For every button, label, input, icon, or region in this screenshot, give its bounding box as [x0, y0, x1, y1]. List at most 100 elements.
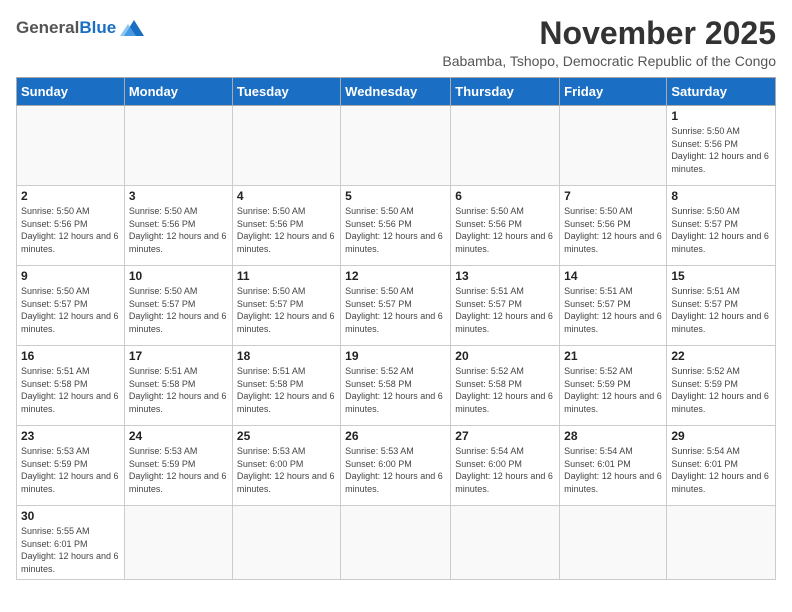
day-info: Sunrise: 5:53 AM Sunset: 6:00 PM Dayligh…	[237, 445, 336, 495]
calendar-day-cell	[124, 506, 232, 579]
calendar-day-cell: 27 Sunrise: 5:54 AM Sunset: 6:00 PM Dayli…	[451, 426, 560, 506]
day-number: 14	[564, 269, 662, 283]
day-number: 9	[21, 269, 120, 283]
calendar-day-cell: 20 Sunrise: 5:52 AM Sunset: 5:58 PM Dayli…	[451, 346, 560, 426]
calendar-day-cell: 4 Sunrise: 5:50 AM Sunset: 5:56 PM Daylig…	[232, 186, 340, 266]
day-info: Sunrise: 5:52 AM Sunset: 5:58 PM Dayligh…	[455, 365, 555, 415]
calendar-day-cell: 5Sunrise: 5:50 AM Sunset: 5:56 PM Daylig…	[341, 186, 451, 266]
day-number: 10	[129, 269, 228, 283]
day-number: 29	[671, 429, 771, 443]
day-info: Sunrise: 5:51 AM Sunset: 5:58 PM Dayligh…	[237, 365, 336, 415]
calendar-day-cell: 16Sunrise: 5:51 AM Sunset: 5:58 PM Dayli…	[17, 346, 125, 426]
calendar-week-row: 9 Sunrise: 5:50 AM Sunset: 5:57 PM Daylig…	[17, 266, 776, 346]
day-number: 13	[455, 269, 555, 283]
calendar-day-cell: 28Sunrise: 5:54 AM Sunset: 6:01 PM Dayli…	[560, 426, 667, 506]
day-info: Sunrise: 5:50 AM Sunset: 5:57 PM Dayligh…	[129, 285, 228, 335]
day-info: Sunrise: 5:52 AM Sunset: 5:58 PM Dayligh…	[345, 365, 446, 415]
day-number: 5	[345, 189, 446, 203]
weekday-header-friday: Friday	[560, 78, 667, 106]
weekday-header-tuesday: Tuesday	[232, 78, 340, 106]
day-number: 6	[455, 189, 555, 203]
logo-icon	[120, 16, 144, 40]
calendar-day-cell	[341, 106, 451, 186]
calendar-day-cell: 15 Sunrise: 5:51 AM Sunset: 5:57 PM Dayli…	[667, 266, 776, 346]
calendar-day-cell: 23 Sunrise: 5:53 AM Sunset: 5:59 PM Dayli…	[17, 426, 125, 506]
title-area: November 2025 Babamba, Tshopo, Democrati…	[442, 16, 776, 69]
calendar-day-cell	[451, 506, 560, 579]
day-number: 15	[671, 269, 771, 283]
calendar-day-cell	[341, 506, 451, 579]
calendar-day-cell: 10 Sunrise: 5:50 AM Sunset: 5:57 PM Dayli…	[124, 266, 232, 346]
day-number: 11	[237, 269, 336, 283]
calendar-day-cell: 17Sunrise: 5:51 AM Sunset: 5:58 PM Dayli…	[124, 346, 232, 426]
day-number: 8	[671, 189, 771, 203]
calendar-day-cell: 9 Sunrise: 5:50 AM Sunset: 5:57 PM Daylig…	[17, 266, 125, 346]
day-number: 24	[129, 429, 228, 443]
logo: General Blue	[16, 16, 144, 40]
day-info: Sunrise: 5:52 AM Sunset: 5:59 PM Dayligh…	[671, 365, 771, 415]
day-number: 18	[237, 349, 336, 363]
calendar-week-row: 23 Sunrise: 5:53 AM Sunset: 5:59 PM Dayli…	[17, 426, 776, 506]
day-info: Sunrise: 5:51 AM Sunset: 5:57 PM Dayligh…	[671, 285, 771, 335]
calendar-week-row: 30 Sunrise: 5:55 AM Sunset: 6:01 PM Dayli…	[17, 506, 776, 579]
day-number: 2	[21, 189, 120, 203]
day-info: Sunrise: 5:51 AM Sunset: 5:57 PM Dayligh…	[564, 285, 662, 335]
day-number: 17	[129, 349, 228, 363]
location-title: Babamba, Tshopo, Democratic Republic of …	[442, 53, 776, 69]
weekday-header-wednesday: Wednesday	[341, 78, 451, 106]
calendar-day-cell: 19 Sunrise: 5:52 AM Sunset: 5:58 PM Dayli…	[341, 346, 451, 426]
calendar-day-cell: 11 Sunrise: 5:50 AM Sunset: 5:57 PM Dayli…	[232, 266, 340, 346]
weekday-header-sunday: Sunday	[17, 78, 125, 106]
day-number: 20	[455, 349, 555, 363]
day-number: 16	[21, 349, 120, 363]
calendar-day-cell: 29Sunrise: 5:54 AM Sunset: 6:01 PM Dayli…	[667, 426, 776, 506]
weekday-header-saturday: Saturday	[667, 78, 776, 106]
calendar-day-cell	[667, 506, 776, 579]
calendar-day-cell	[560, 106, 667, 186]
calendar-day-cell	[232, 506, 340, 579]
day-info: Sunrise: 5:53 AM Sunset: 5:59 PM Dayligh…	[129, 445, 228, 495]
day-info: Sunrise: 5:50 AM Sunset: 5:56 PM Dayligh…	[129, 205, 228, 255]
day-info: Sunrise: 5:51 AM Sunset: 5:57 PM Dayligh…	[455, 285, 555, 335]
day-info: Sunrise: 5:50 AM Sunset: 5:56 PM Dayligh…	[21, 205, 120, 255]
calendar-table: SundayMondayTuesdayWednesdayThursdayFrid…	[16, 77, 776, 579]
page-header: General Blue November 2025 Babamba, Tsho…	[16, 16, 776, 69]
day-number: 30	[21, 509, 120, 523]
day-number: 27	[455, 429, 555, 443]
calendar-day-cell: 13 Sunrise: 5:51 AM Sunset: 5:57 PM Dayli…	[451, 266, 560, 346]
calendar-day-cell: 3Sunrise: 5:50 AM Sunset: 5:56 PM Daylig…	[124, 186, 232, 266]
logo-general-text: General	[16, 18, 79, 38]
weekday-header-thursday: Thursday	[451, 78, 560, 106]
day-info: Sunrise: 5:53 AM Sunset: 6:00 PM Dayligh…	[345, 445, 446, 495]
calendar-day-cell: 2 Sunrise: 5:50 AM Sunset: 5:56 PM Daylig…	[17, 186, 125, 266]
calendar-week-row: 2 Sunrise: 5:50 AM Sunset: 5:56 PM Daylig…	[17, 186, 776, 266]
day-info: Sunrise: 5:50 AM Sunset: 5:56 PM Dayligh…	[671, 125, 771, 175]
calendar-day-cell: 12Sunrise: 5:50 AM Sunset: 5:57 PM Dayli…	[341, 266, 451, 346]
day-info: Sunrise: 5:50 AM Sunset: 5:56 PM Dayligh…	[237, 205, 336, 255]
day-info: Sunrise: 5:50 AM Sunset: 5:56 PM Dayligh…	[564, 205, 662, 255]
day-info: Sunrise: 5:55 AM Sunset: 6:01 PM Dayligh…	[21, 525, 120, 575]
day-info: Sunrise: 5:54 AM Sunset: 6:01 PM Dayligh…	[564, 445, 662, 495]
day-number: 1	[671, 109, 771, 123]
day-info: Sunrise: 5:54 AM Sunset: 6:00 PM Dayligh…	[455, 445, 555, 495]
calendar-day-cell	[17, 106, 125, 186]
day-info: Sunrise: 5:50 AM Sunset: 5:57 PM Dayligh…	[21, 285, 120, 335]
day-number: 4	[237, 189, 336, 203]
day-number: 7	[564, 189, 662, 203]
calendar-day-cell: 24 Sunrise: 5:53 AM Sunset: 5:59 PM Dayli…	[124, 426, 232, 506]
calendar-day-cell: 21 Sunrise: 5:52 AM Sunset: 5:59 PM Dayli…	[560, 346, 667, 426]
calendar-day-cell: 22Sunrise: 5:52 AM Sunset: 5:59 PM Dayli…	[667, 346, 776, 426]
day-number: 12	[345, 269, 446, 283]
calendar-day-cell: 30 Sunrise: 5:55 AM Sunset: 6:01 PM Dayli…	[17, 506, 125, 579]
day-info: Sunrise: 5:50 AM Sunset: 5:57 PM Dayligh…	[237, 285, 336, 335]
calendar-day-cell	[560, 506, 667, 579]
day-info: Sunrise: 5:50 AM Sunset: 5:57 PM Dayligh…	[671, 205, 771, 255]
day-info: Sunrise: 5:53 AM Sunset: 5:59 PM Dayligh…	[21, 445, 120, 495]
day-number: 21	[564, 349, 662, 363]
day-number: 23	[21, 429, 120, 443]
month-title: November 2025	[442, 16, 776, 51]
day-number: 19	[345, 349, 446, 363]
calendar-day-cell: 26Sunrise: 5:53 AM Sunset: 6:00 PM Dayli…	[341, 426, 451, 506]
calendar-week-row: 16 Sunrise: 5:51 AM Sunset: 5:58 PM Dayli…	[17, 346, 776, 426]
day-info: Sunrise: 5:52 AM Sunset: 5:59 PM Dayligh…	[564, 365, 662, 415]
